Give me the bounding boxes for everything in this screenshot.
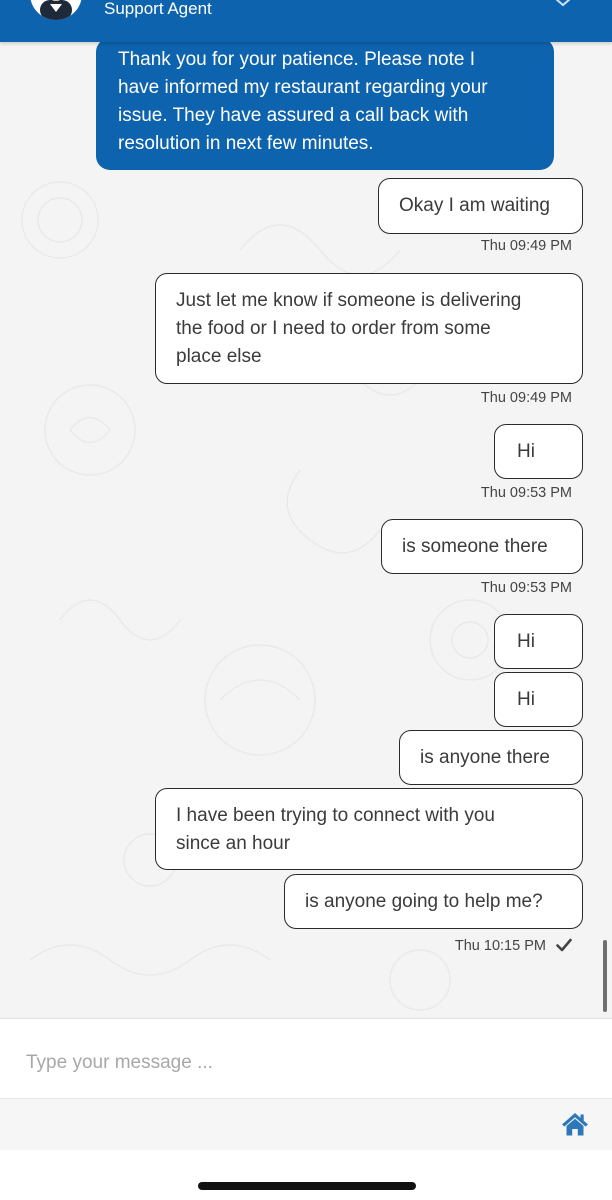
message-line: place else [176, 346, 262, 367]
outgoing-message: I have been trying to connect with you s… [155, 788, 583, 870]
chat-header: Support Agent [0, 0, 612, 42]
message-timestamp: Thu 10:15 PM [454, 938, 546, 954]
header-title: Support Agent [104, 0, 212, 18]
check-icon [556, 938, 572, 956]
outgoing-message: is anyone going to help me? [284, 874, 583, 929]
outgoing-message: is someone there [381, 519, 583, 574]
bottom-toolbar [0, 1098, 612, 1150]
message-line: have informed my restaurant regarding yo… [118, 77, 488, 98]
message-input[interactable] [26, 1049, 566, 1077]
composer [0, 1018, 612, 1098]
message-line: Hi [517, 689, 535, 710]
message-line: is anyone going to help me? [305, 891, 543, 912]
message-line: since an hour [176, 833, 291, 854]
message-line: issue. They have assured a call back wit… [118, 105, 469, 126]
home-indicator[interactable] [198, 1182, 416, 1190]
message-timestamp-row: Thu 10:15 PM [400, 938, 572, 956]
outgoing-message: Hi [494, 672, 583, 727]
message-line: Hi [517, 631, 535, 652]
message-line: Thank you for your patience. Please note… [118, 49, 475, 70]
message-line: resolution in next few minutes. [118, 133, 374, 154]
outgoing-message: Just let me know if someone is deliverin… [155, 273, 583, 384]
scrollbar[interactable] [603, 940, 607, 1012]
outgoing-message: Hi [494, 614, 583, 669]
more-icon[interactable] [554, 0, 572, 7]
message-timestamp: Thu 09:53 PM [480, 580, 572, 596]
message-line: is anyone there [420, 747, 550, 768]
message-timestamp: Thu 09:49 PM [480, 390, 572, 406]
message-line: Just let me know if someone is deliverin… [176, 290, 522, 311]
message-line: is someone there [402, 536, 548, 557]
outgoing-message: Okay I am waiting [378, 178, 583, 234]
message-timestamp: Thu 09:53 PM [480, 485, 572, 501]
message-line: the food or I need to order from some [176, 318, 491, 339]
message-line: Hi [517, 441, 535, 462]
home-icon[interactable] [561, 1111, 589, 1137]
outgoing-message: is anyone there [399, 730, 583, 785]
incoming-message: Thank you for your patience. Please note… [96, 38, 554, 170]
user-avatar-icon[interactable] [30, 0, 82, 20]
outgoing-message: Hi [494, 424, 583, 479]
message-line: I have been trying to connect with you [176, 805, 495, 826]
message-timestamp: Thu 09:49 PM [480, 238, 572, 254]
message-line: Okay I am waiting [399, 195, 550, 216]
